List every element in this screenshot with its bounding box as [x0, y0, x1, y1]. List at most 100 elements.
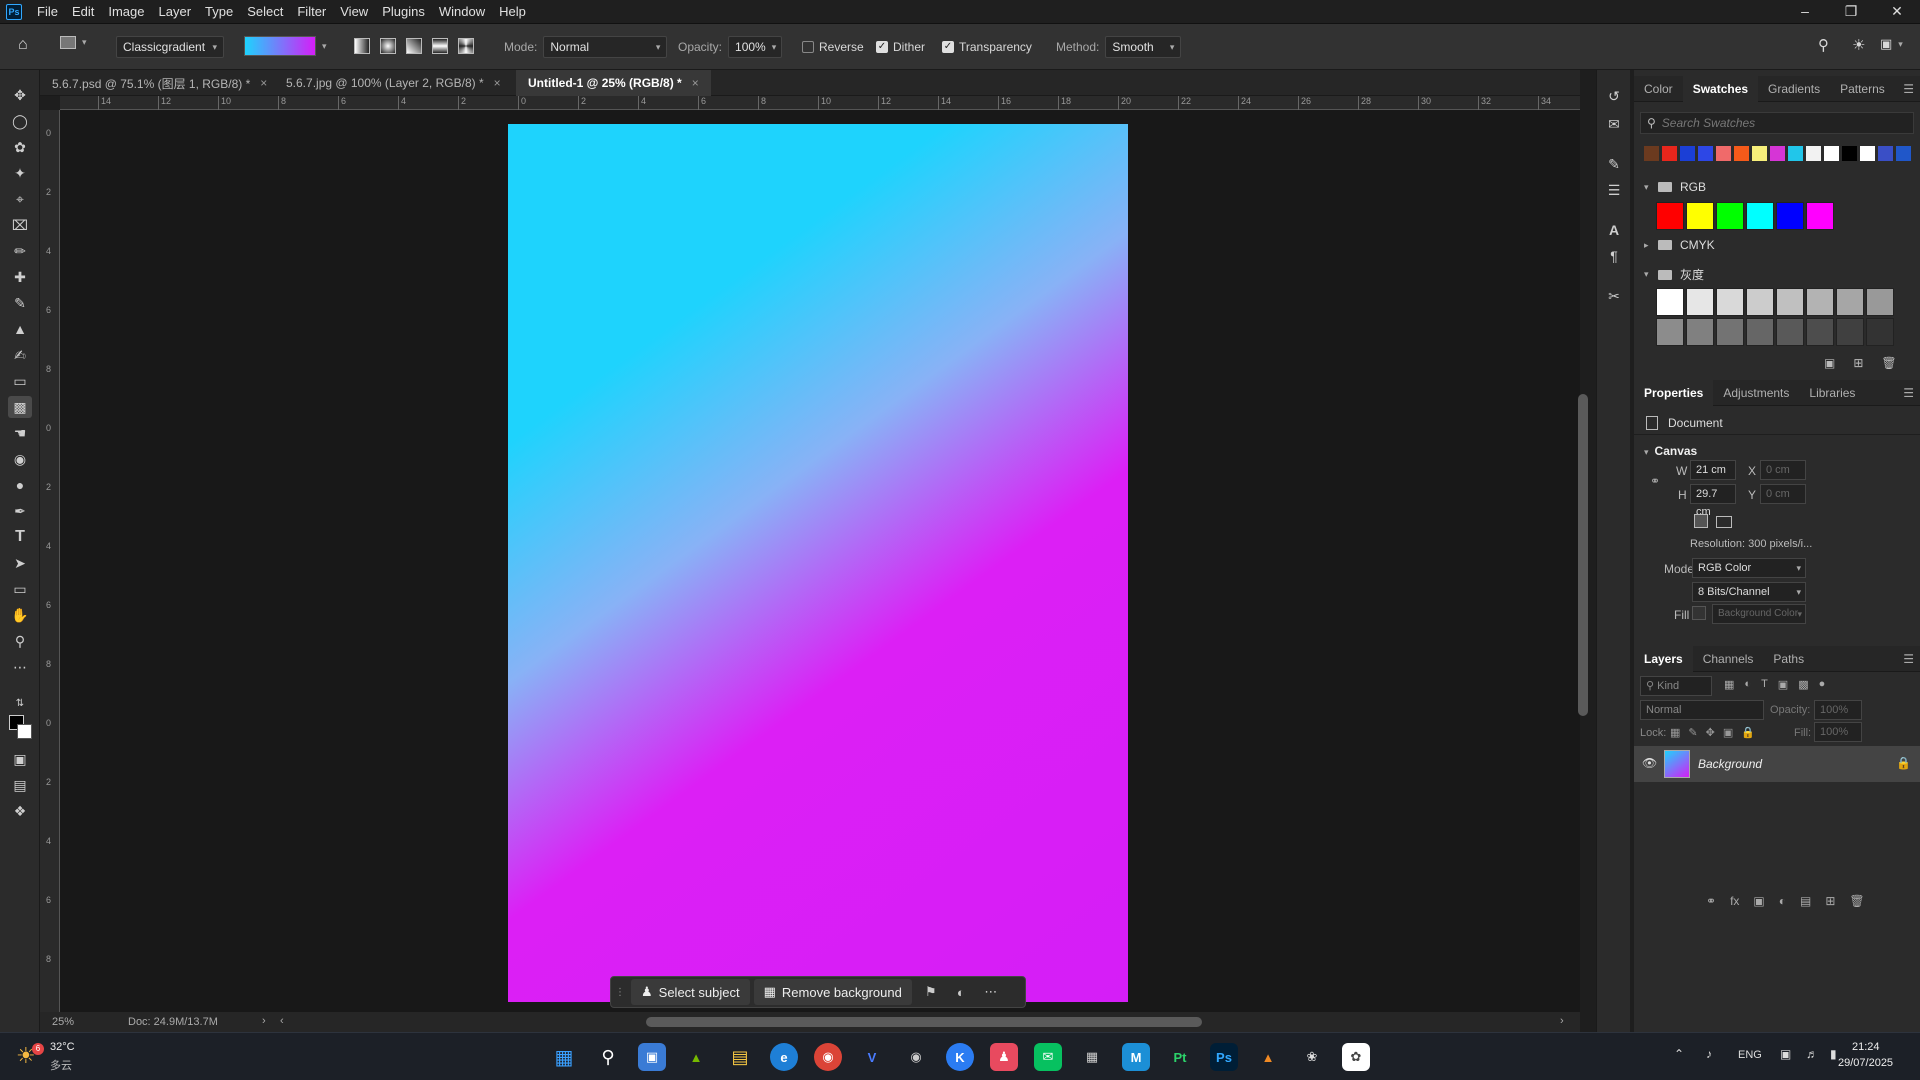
canvas-width-field[interactable]: 21 cm — [1690, 460, 1736, 480]
color-swatch[interactable] — [1806, 202, 1834, 230]
panel-menu-icon[interactable]: ☰ — [1903, 386, 1914, 400]
menu-file[interactable]: File — [30, 0, 65, 24]
app-icon[interactable]: ▲ — [1254, 1043, 1282, 1071]
weather-widget[interactable]: ☀ 6 — [16, 1043, 44, 1071]
bit-depth-dropdown[interactable]: 8 Bits/Channel ▾ — [1692, 582, 1806, 602]
gray-swatch[interactable] — [1686, 288, 1714, 316]
document-canvas[interactable] — [508, 124, 1128, 1002]
volume-icon[interactable]: ♬ — [1806, 1047, 1818, 1061]
gray-swatch[interactable] — [1836, 288, 1864, 316]
more-options-icon[interactable]: ⋯ — [976, 984, 1006, 1000]
panel-menu-icon[interactable]: ☰ — [1903, 652, 1914, 666]
brush-tool-icon[interactable]: ✎ — [8, 292, 32, 314]
blend-mode-dropdown[interactable]: Normal — [1640, 700, 1764, 720]
delete-icon[interactable]: 🗑 — [1881, 356, 1896, 370]
tool-preset-picker[interactable]: ▾ — [60, 36, 87, 49]
panel-menu-icon[interactable]: ☰ — [1903, 82, 1914, 96]
gray-swatch[interactable] — [1836, 318, 1864, 346]
gray-swatch[interactable] — [1746, 288, 1774, 316]
recent-color-swatch[interactable] — [1896, 146, 1911, 161]
adjust-icon[interactable]: ☰ — [1604, 182, 1624, 202]
transparency-checkbox[interactable]: ✓ Transparency — [942, 40, 1032, 54]
recent-color-swatch[interactable] — [1680, 146, 1695, 161]
reverse-checkbox[interactable]: Reverse — [802, 40, 864, 54]
search-icon[interactable]: ⚲ — [594, 1043, 622, 1071]
wechat-app-icon[interactable]: ✉ — [1034, 1043, 1062, 1071]
recent-color-swatch[interactable] — [1698, 146, 1713, 161]
canvas-y-field[interactable]: 0 cm — [1760, 484, 1806, 504]
clone-stamp-tool-icon[interactable]: ▲ — [8, 318, 32, 340]
link-icon[interactable]: ⚭ — [1650, 474, 1660, 488]
lock-artboard-icon[interactable]: ▣ — [1723, 726, 1733, 739]
mode-dropdown[interactable]: Normal ▾ — [543, 36, 668, 58]
layer-mask-icon[interactable]: ▣ — [1753, 894, 1764, 908]
tab-patterns[interactable]: Patterns — [1830, 76, 1895, 102]
pixel-filter-icon[interactable]: ▦ — [1724, 678, 1734, 691]
tab-document-1[interactable]: 5.6.7.psd @ 75.1% (图层 1, RGB/8) * × — [40, 70, 279, 96]
search-swatches-input[interactable]: Search Swatches — [1662, 116, 1755, 130]
tab-swatches[interactable]: Swatches — [1682, 75, 1759, 102]
layer-opacity-field[interactable]: 100% — [1814, 700, 1862, 720]
gray-swatch[interactable] — [1656, 288, 1684, 316]
shape-filter-icon[interactable]: ▣ — [1778, 678, 1788, 691]
color-swatch[interactable] — [1656, 202, 1684, 230]
zoom-tool-icon[interactable]: ⚲ — [8, 630, 32, 652]
gray-swatch[interactable] — [1686, 318, 1714, 346]
dodge-tool-icon[interactable]: ● — [8, 474, 32, 496]
lock-all-icon[interactable]: 🔒 — [1741, 726, 1755, 739]
pt-app-icon[interactable]: Pt — [1166, 1043, 1194, 1071]
widgets-app-icon[interactable]: ▣ — [638, 1043, 666, 1071]
paragraph-icon[interactable]: ¶ — [1604, 248, 1624, 268]
nvidia-app-icon[interactable]: ▲ — [682, 1043, 710, 1071]
adjustment-icon[interactable]: ◐ — [946, 985, 976, 1000]
clock-time[interactable]: 21:24 — [1852, 1041, 1880, 1053]
menu-plugins[interactable]: Plugins — [375, 0, 432, 24]
layer-row[interactable]: 👁 Background 🔒 — [1634, 746, 1920, 782]
close-tab-icon[interactable]: × — [494, 76, 501, 90]
gradient-type-dropdown[interactable]: Classicgradient ▾ — [116, 36, 224, 58]
chrome-browser-icon[interactable]: ◉ — [814, 1043, 842, 1071]
background-color-swatch[interactable] — [17, 724, 32, 739]
workspace-icon[interactable]: ▣ ▾ — [1880, 36, 1903, 52]
menu-image[interactable]: Image — [101, 0, 151, 24]
battery-icon[interactable]: ▮ — [1830, 1047, 1837, 1061]
tools-icon[interactable]: ✂ — [1604, 288, 1624, 308]
gradient-picker[interactable]: ▾ — [244, 36, 327, 56]
close-window-icon[interactable]: ✕ — [1874, 0, 1920, 24]
linear-gradient-icon[interactable] — [354, 38, 370, 54]
method-dropdown[interactable]: Smooth ▾ — [1105, 36, 1182, 58]
flag-icon[interactable]: ⚑ — [916, 984, 946, 1000]
start-icon[interactable]: ▦ — [550, 1043, 578, 1071]
scroll-left-icon[interactable]: ‹ — [280, 1015, 284, 1027]
pen-tool-icon[interactable]: ✒ — [8, 500, 32, 522]
reflected-gradient-icon[interactable] — [432, 38, 448, 54]
landscape-orientation-icon[interactable] — [1716, 516, 1732, 528]
recent-color-swatch[interactable] — [1752, 146, 1767, 161]
more-tools-icon[interactable]: ⋯ — [8, 656, 32, 678]
menu-view[interactable]: View — [333, 0, 375, 24]
marquee-tool-icon[interactable]: ◯ — [8, 110, 32, 132]
restore-icon[interactable]: ❐ — [1828, 0, 1874, 24]
close-tab-icon[interactable]: × — [692, 76, 699, 90]
app-icon[interactable]: ◉ — [902, 1043, 930, 1071]
history-brush-tool-icon[interactable]: ✍ — [8, 344, 32, 366]
gray-swatch[interactable] — [1866, 288, 1894, 316]
generative-fill-icon[interactable]: ❖ — [8, 800, 32, 822]
microphone-icon[interactable]: ♪ — [1706, 1047, 1712, 1061]
adjustment-layer-icon[interactable]: ◐ — [1779, 894, 1786, 908]
openai-app-icon[interactable]: ❀ — [1298, 1043, 1326, 1071]
canvas-height-field[interactable]: 29.7 cm — [1690, 484, 1736, 518]
color-swatch[interactable] — [1686, 202, 1714, 230]
swatch-group-rgb[interactable]: ▾ RGB — [1644, 180, 1706, 194]
new-group-icon[interactable]: ▣ — [1824, 356, 1835, 370]
recent-color-swatch[interactable] — [1860, 146, 1875, 161]
gray-swatch[interactable] — [1656, 318, 1684, 346]
clock-date[interactable]: 29/07/2025 — [1838, 1057, 1893, 1069]
gray-swatch[interactable] — [1716, 288, 1744, 316]
screen-mode-icon[interactable]: ▤ — [8, 774, 32, 796]
link-layers-icon[interactable]: ⚭ — [1706, 894, 1716, 908]
edge-browser-icon[interactable]: e — [770, 1043, 798, 1071]
horizontal-scrollbar[interactable] — [646, 1017, 1202, 1027]
history-icon[interactable]: ↺ — [1604, 88, 1624, 108]
recent-color-swatch[interactable] — [1644, 146, 1659, 161]
